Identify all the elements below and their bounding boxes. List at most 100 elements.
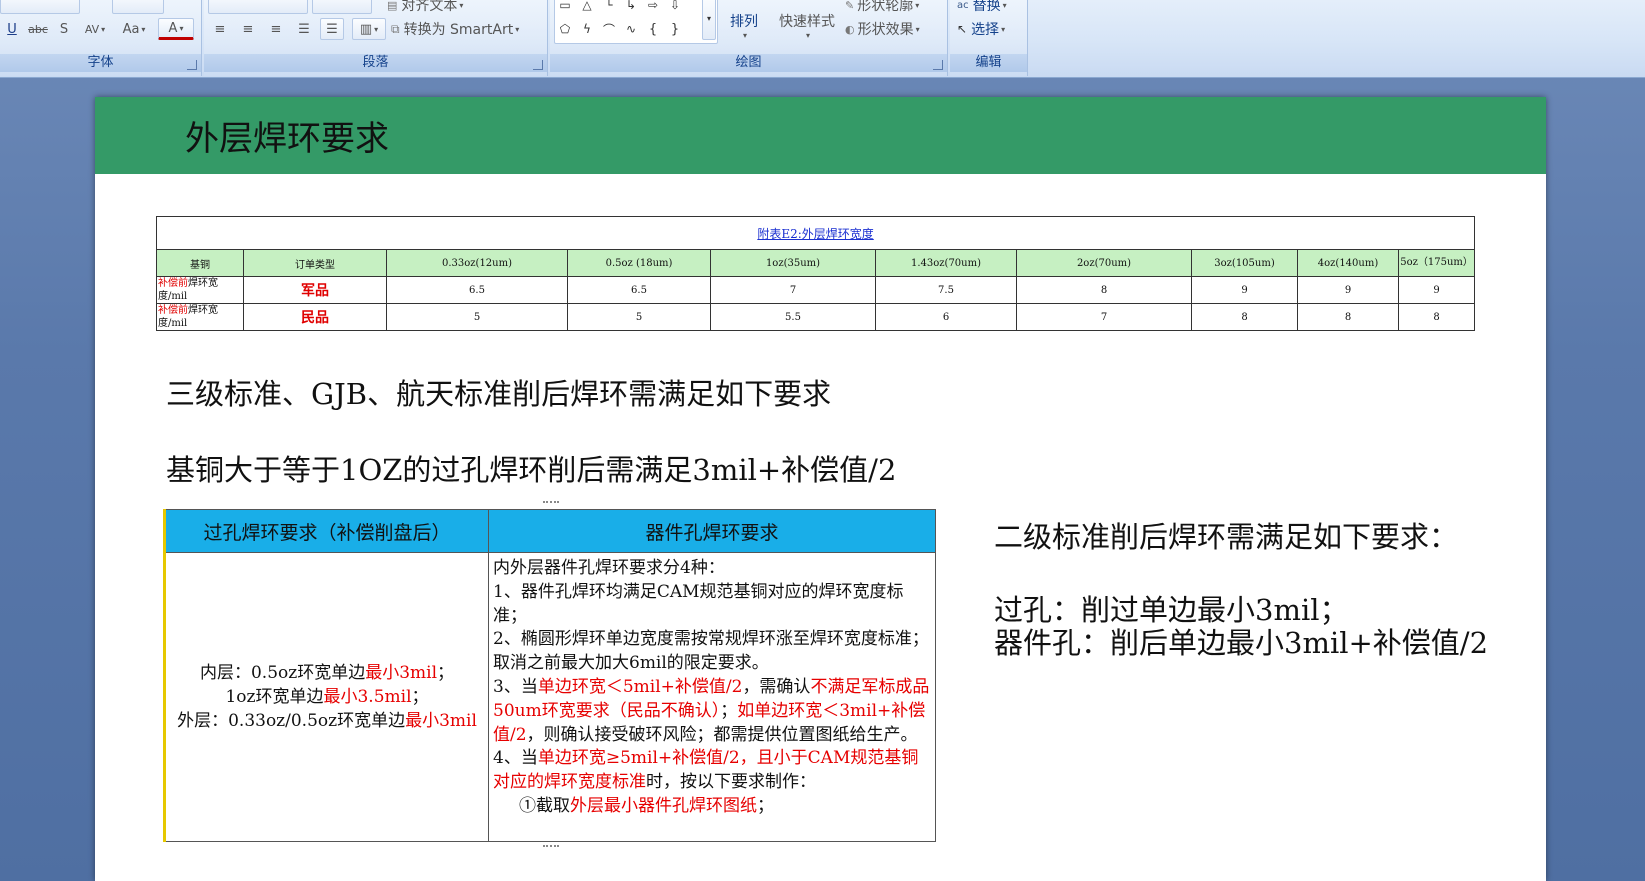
shape-outline-icon: ✎	[845, 0, 855, 12]
value-cell: 5	[386, 303, 568, 331]
arrange-label: 排列	[730, 13, 758, 30]
inner-layer-line: 内层：0.5oz环宽单边最小3mil；	[199, 663, 455, 683]
header-cell: 0.33oz(12um)	[386, 249, 568, 277]
columns-button[interactable]: ▥ ▾	[352, 18, 386, 40]
shapes-more-button[interactable]: ▾	[702, 0, 716, 40]
via-ring-header: 过孔焊环要求（补偿削盘后）	[164, 509, 489, 553]
order-type-cell: 民品	[243, 303, 387, 331]
replace-button[interactable]: ac 替换 ▾	[956, 0, 1022, 16]
component-hole-header: 器件孔焊环要求	[488, 509, 936, 553]
justify-button[interactable]: ☰	[292, 18, 316, 40]
header-cell: 1.43oz(70um)	[875, 249, 1017, 277]
table-caption-link[interactable]: 附表E2:外层焊环宽度	[757, 227, 873, 241]
shape-effects-icon: ◐	[845, 22, 855, 36]
font-size-box[interactable]	[0, 0, 80, 14]
shape-arc-icon[interactable]: ⌒	[600, 18, 618, 40]
header-cell: 4oz(140um)	[1297, 249, 1399, 277]
component-hole-requirement-line[interactable]: 器件孔：削后单边最小3mil+补偿值/2	[994, 620, 1488, 662]
change-case-button[interactable]: Aa ▾	[116, 18, 152, 40]
header-cell: 订单类型	[243, 249, 387, 277]
value-cell: 8	[1297, 303, 1399, 331]
shape-freeform-icon[interactable]: ⬠	[556, 18, 574, 40]
level2-requirement-line[interactable]: 二级标准削后焊环需满足如下要求：	[994, 514, 1458, 556]
editing-group-label: 编辑	[950, 54, 1027, 72]
solder-ring-width-table[interactable]: 附表E2:外层焊环宽度 基铜 订单类型 0.33oz(12um) 0.5oz (…	[155, 216, 1476, 331]
row-label: 补偿前焊环宽度/mil	[156, 303, 244, 331]
align-right-button[interactable]: ≡	[264, 18, 288, 40]
value-cell: 6.5	[567, 276, 711, 304]
convert-smartart-button[interactable]: ⧉ 转换为 SmartArt ▾	[390, 18, 540, 40]
shape-rect-icon[interactable]: ▭	[556, 0, 574, 16]
drawing-group-label: 绘图	[550, 54, 947, 72]
bullets-box[interactable]	[208, 0, 308, 14]
char-spacing-button[interactable]: AV ▾	[78, 18, 112, 40]
font-color-button[interactable]: A ▾	[158, 18, 194, 40]
shadow-button[interactable]: S	[54, 18, 74, 40]
replace-icon: ac	[957, 0, 969, 11]
shape-arrow-down-icon[interactable]: ⇩	[666, 0, 684, 16]
align-text-button[interactable]: ▤ 对齐文本 ▾	[386, 0, 506, 16]
slide-canvas[interactable]: 外层焊环要求 附表E2:外层焊环宽度 基铜 订单类型 0.33oz(12um) …	[95, 97, 1546, 881]
header-cell: 基铜	[156, 249, 244, 277]
align-left-button[interactable]: ≡	[208, 18, 232, 40]
table-row: 内层：0.5oz环宽单边最小3mil； 1oz环宽单边最小3.5mil； 外层：…	[164, 552, 936, 842]
rule-2: 2、椭圆形焊环单边宽度需按常规焊环涨至焊环宽度标准；取消之前最大加大6mil的限…	[493, 629, 929, 674]
ribbon: U abc S AV ▾ Aa ▾ A ▾ 字体 ▤ 对齐文本 ▾ ≡ ≡ ≡ ☰ ☰ …	[0, 0, 1645, 78]
header-cell: 5oz（175um）	[1397, 249, 1476, 277]
shape-curve-icon[interactable]: ∿	[622, 18, 640, 40]
smartart-icon: ⧉	[391, 21, 400, 36]
distributed-button[interactable]: ☰	[320, 18, 344, 40]
select-label: 选择	[971, 22, 1000, 38]
resize-handle-top[interactable]	[543, 501, 559, 505]
shape-corner-icon[interactable]: ↳	[622, 0, 640, 16]
align-center-button[interactable]: ≡	[236, 18, 260, 40]
align-text-label: 对齐文本	[401, 0, 458, 14]
value-cell: 6	[875, 303, 1017, 331]
ring-requirement-table[interactable]: 过孔焊环要求（补偿削盘后） 器件孔焊环要求 内层：0.5oz环宽单边最小3mil…	[163, 509, 936, 842]
drawing-launcher-icon[interactable]	[933, 60, 943, 70]
outer-layer-line: 外层：0.33oz/0.5oz环宽单边最小3mil	[177, 711, 477, 731]
standard-requirement-line[interactable]: 三级标准、GJB、航天标准削后焊环需满足如下要求	[166, 371, 831, 413]
value-cell: 7	[710, 276, 876, 304]
value-cell: 6.5	[386, 276, 568, 304]
table-header-row: 过孔焊环要求（补偿削盘后） 器件孔焊环要求	[164, 509, 936, 553]
shape-outline-button[interactable]: ✎ 形状轮廓 ▾	[844, 0, 944, 16]
header-cell: 0.5oz (18um)	[567, 249, 711, 277]
header-cell: 1oz(35um)	[710, 249, 876, 277]
shape-elbow-icon[interactable]: └	[600, 0, 618, 16]
slide-title[interactable]: 外层焊环要求	[185, 111, 389, 160]
value-cell: 5.5	[710, 303, 876, 331]
table-header-row: 基铜 订单类型 0.33oz(12um) 0.5oz (18um) 1oz(35…	[156, 249, 1476, 277]
shape-brace-left-icon[interactable]: {	[644, 18, 662, 40]
rule-3: 3、当单边环宽＜5mil+补偿值/2，需确认不满足军标成品50um环宽要求（民品…	[493, 676, 930, 745]
table-row: 补偿前焊环宽度/mil 军品 6.5 6.5 7 7.5 8 9 9 9	[156, 276, 1476, 304]
base-copper-requirement-line[interactable]: 基铜大于等于1OZ的过孔焊环削后需满足3mil+补偿值/2	[166, 447, 896, 489]
table-row: 补偿前焊环宽度/mil 民品 5 5 5.5 6 7 8 8 8	[156, 303, 1476, 331]
strikethrough-button[interactable]: abc	[26, 18, 50, 40]
resize-handle-bottom[interactable]	[543, 845, 559, 849]
font-launcher-icon[interactable]	[187, 60, 197, 70]
component-hole-cell: 内外层器件孔焊环要求分4种： 1、器件孔焊环均满足CAM规范基铜对应的焊环宽度标…	[488, 552, 936, 842]
value-cell: 9	[1297, 276, 1399, 304]
font-name-box[interactable]	[112, 0, 164, 14]
shape-lightning-icon[interactable]: ϟ	[578, 18, 596, 40]
value-cell: 7.5	[875, 276, 1017, 304]
quick-styles-button[interactable]: 快速样式 ▾	[772, 8, 842, 42]
value-cell: 9	[1191, 276, 1298, 304]
underline-button[interactable]: U	[2, 18, 22, 40]
value-cell: 9	[1397, 276, 1476, 304]
paragraph-launcher-icon[interactable]	[533, 60, 543, 70]
numbering-box[interactable]	[312, 0, 372, 14]
shape-triangle-icon[interactable]: △	[578, 0, 596, 16]
paragraph-group: ▤ 对齐文本 ▾ ≡ ≡ ≡ ☰ ☰ ▥ ▾ ⧉ 转换为 SmartArt ▾ 段落	[204, 0, 548, 76]
shape-effects-button[interactable]: ◐ 形状效果 ▾	[844, 18, 944, 40]
shape-brace-right-icon[interactable]: }	[666, 18, 684, 40]
replace-label: 替换	[972, 0, 1001, 14]
arrange-button[interactable]: 排列 ▾	[722, 8, 766, 42]
rule-1: 1、器件孔焊环均满足CAM规范基铜对应的焊环宽度标准；	[493, 581, 904, 626]
shape-arrow-right-icon[interactable]: ⇨	[644, 0, 662, 16]
row-label: 补偿前焊环宽度/mil	[156, 276, 244, 304]
paragraph-group-label: 段落	[204, 54, 547, 72]
shape-effects-label: 形状效果	[857, 22, 914, 38]
select-button[interactable]: ↖ 选择 ▾	[956, 18, 1022, 40]
